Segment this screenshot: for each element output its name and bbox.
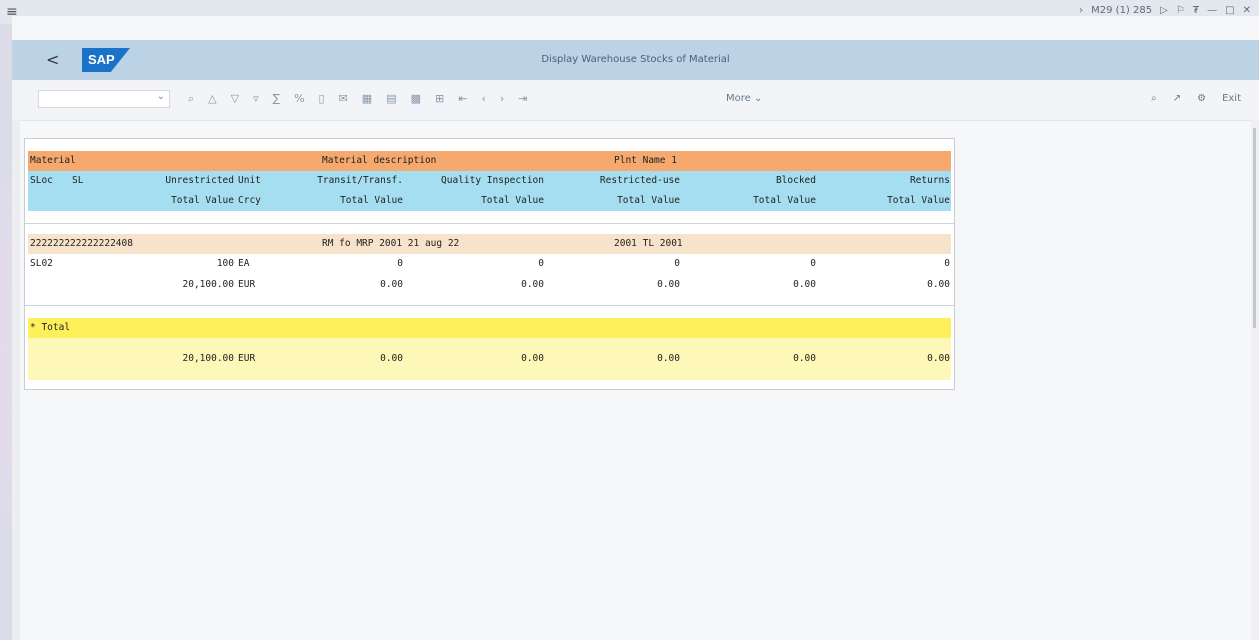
page-title: Display Warehouse Stocks of Material bbox=[541, 54, 730, 65]
col-total-value-restricted: Total Value bbox=[617, 195, 680, 206]
col-unrestricted: Unrestricted bbox=[165, 175, 234, 186]
material-group-row[interactable]: 222222222222222408 RM fo MRP 2001 21 aug… bbox=[28, 234, 951, 254]
returns-qty: 0 bbox=[944, 258, 950, 269]
grid-icon[interactable]: ▤ bbox=[386, 92, 396, 106]
session-label: M29 (1) 285 bbox=[1091, 5, 1153, 16]
play-icon[interactable]: ▷ bbox=[1160, 5, 1168, 16]
export-icon[interactable]: ▩ bbox=[411, 92, 421, 106]
forward-icon[interactable]: › bbox=[1079, 5, 1083, 16]
last-page-icon[interactable]: ⇥ bbox=[518, 92, 527, 106]
col-blocked: Blocked bbox=[775, 175, 816, 186]
col-material-description: Material description bbox=[322, 155, 437, 166]
mail-icon[interactable]: ✉ bbox=[339, 92, 348, 106]
col-sl: SL bbox=[72, 175, 84, 186]
minimize-icon[interactable]: — bbox=[1207, 5, 1217, 16]
layout-icon[interactable]: ▦ bbox=[362, 92, 372, 106]
total-blocked-value: 0.00 bbox=[793, 353, 816, 364]
left-gutter bbox=[12, 120, 20, 640]
total-values-row[interactable]: 20,100.00 EUR 0.00 0.00 0.00 0.00 0.00 bbox=[28, 338, 951, 380]
col-restricted: Restricted-use bbox=[599, 175, 680, 186]
chevron-down-icon[interactable]: ⌄ bbox=[157, 91, 165, 102]
quality-qty: 0 bbox=[538, 258, 544, 269]
divider bbox=[25, 305, 954, 306]
col-sloc: SLoc bbox=[30, 175, 53, 186]
shell-bar: < SAP Display Warehouse Stocks of Materi… bbox=[12, 40, 1259, 80]
prev-page-icon[interactable]: ‹ bbox=[481, 92, 485, 106]
more-label: More bbox=[726, 93, 751, 104]
application-toolbar: ⌄ ⌕ △ ▽ ▿ ∑ % ▯ ✉ ▦ ▤ ▩ ⊞ ⇤ ‹ › ⇥ More ⌄… bbox=[12, 80, 1259, 121]
col-total-value-quality: Total Value bbox=[481, 195, 544, 206]
col-total-value-transit: Total Value bbox=[340, 195, 403, 206]
search-icon[interactable]: ⌕ bbox=[1151, 93, 1157, 104]
unrestricted-qty: 100 bbox=[216, 258, 234, 269]
total-label-row[interactable]: * Total bbox=[28, 318, 951, 338]
header-row-1: Material Material description Plnt Name … bbox=[28, 151, 951, 171]
find-icon[interactable]: ⌕ bbox=[188, 92, 194, 106]
total-returns-value: 0.00 bbox=[927, 353, 950, 364]
quality-value: 0.00 bbox=[521, 279, 544, 290]
command-field[interactable]: ⌄ bbox=[38, 90, 170, 108]
sort-desc-icon[interactable]: ▽ bbox=[231, 92, 239, 106]
col-transit: Transit/Transf. bbox=[317, 175, 403, 186]
transit-value: 0.00 bbox=[380, 279, 403, 290]
col-unit: Unit bbox=[238, 175, 261, 186]
exit-button[interactable]: Exit bbox=[1222, 93, 1241, 104]
col-total-value: Total Value bbox=[171, 195, 234, 206]
blocked-value: 0.00 bbox=[793, 279, 816, 290]
total-quality-value: 0.00 bbox=[521, 353, 544, 364]
total-unrestricted-value: 20,100.00 bbox=[182, 353, 234, 364]
first-page-icon[interactable]: ⇤ bbox=[458, 92, 467, 106]
col-total-value-returns: Total Value bbox=[887, 195, 950, 206]
share-icon[interactable]: ↗ bbox=[1173, 93, 1181, 104]
unrestricted-value: 20,100.00 bbox=[182, 279, 234, 290]
restricted-qty: 0 bbox=[674, 258, 680, 269]
subtotal-icon[interactable]: % bbox=[294, 92, 304, 106]
spreadsheet-icon[interactable]: ⊞ bbox=[435, 92, 444, 106]
settings-icon[interactable]: ⚙ bbox=[1197, 93, 1206, 104]
blocked-qty: 0 bbox=[810, 258, 816, 269]
returns-value: 0.00 bbox=[927, 279, 950, 290]
filter-icon[interactable]: ▿ bbox=[253, 92, 259, 106]
col-crcy: Crcy bbox=[238, 195, 261, 206]
divider bbox=[25, 223, 954, 224]
total-restricted-value: 0.00 bbox=[657, 353, 680, 364]
col-returns: Returns bbox=[909, 175, 950, 186]
total-label: * Total bbox=[30, 322, 71, 333]
more-menu[interactable]: More ⌄ bbox=[726, 93, 762, 104]
total-transit-value: 0.00 bbox=[380, 353, 403, 364]
scrollbar-thumb[interactable] bbox=[1253, 128, 1256, 328]
next-page-icon[interactable]: › bbox=[500, 92, 504, 106]
quantity-row[interactable]: SL02 100 EA 0 0 0 0 0 bbox=[28, 254, 951, 274]
transit-qty: 0 bbox=[397, 258, 403, 269]
flag-icon[interactable]: ⚐ bbox=[1176, 5, 1185, 16]
value-row[interactable]: 20,100.00 EUR 0.00 0.00 0.00 0.00 0.00 bbox=[28, 275, 951, 295]
help-icon[interactable]: ₮ bbox=[1193, 5, 1199, 16]
storage-location: SL02 bbox=[30, 258, 53, 269]
sort-asc-icon[interactable]: △ bbox=[208, 92, 216, 106]
header-row-2: SLoc SL Unrestricted Unit Transit/Transf… bbox=[28, 171, 951, 191]
total-currency: EUR bbox=[238, 353, 256, 364]
close-icon[interactable]: ✕ bbox=[1243, 5, 1251, 16]
sum-icon[interactable]: ∑ bbox=[273, 92, 280, 106]
col-quality: Quality Inspection bbox=[441, 175, 544, 186]
unit: EA bbox=[238, 258, 250, 269]
stock-report: Material Material description Plnt Name … bbox=[24, 138, 955, 390]
col-material: Material bbox=[30, 155, 76, 166]
material-description: RM fo MRP 2001 21 aug 22 bbox=[322, 238, 460, 249]
col-total-value-blocked: Total Value bbox=[753, 195, 816, 206]
print-icon[interactable]: ▯ bbox=[319, 92, 325, 106]
material-number: 222222222222222408 bbox=[30, 238, 133, 249]
currency: EUR bbox=[238, 279, 256, 290]
plant-name: 2001 TL 2001 bbox=[614, 238, 683, 249]
header-row-3: Total Value Crcy Total Value Total Value… bbox=[28, 191, 951, 211]
restricted-value: 0.00 bbox=[657, 279, 680, 290]
col-plant-name: Plnt Name 1 bbox=[614, 155, 677, 166]
maximize-icon[interactable]: □ bbox=[1225, 5, 1234, 16]
vertical-scrollbar[interactable] bbox=[1251, 120, 1259, 640]
